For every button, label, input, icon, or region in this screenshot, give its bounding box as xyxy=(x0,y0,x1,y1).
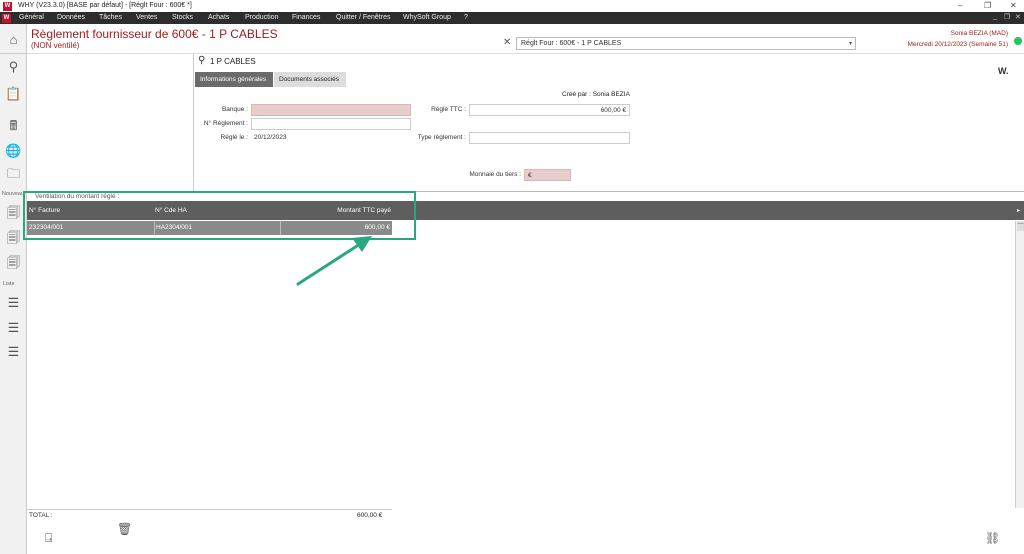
menu-help[interactable]: ? xyxy=(464,14,468,21)
clipboard-icon[interactable]: 📋 xyxy=(5,85,22,102)
child-close-button[interactable]: ✕ xyxy=(1015,13,1021,21)
sidebar: ⌂ ⚲ 📋 🖩 🌐 🗀 🗐 🗐 🗐 Liste ☰ ☰ ☰ xyxy=(0,24,27,554)
document-selector[interactable]: Réglt Four : 600€ - 1 P CABLES ▾ xyxy=(516,37,856,50)
exit-door-icon[interactable]: ⍈ xyxy=(45,531,52,546)
annotation-arrow xyxy=(296,236,372,286)
total-row: TOTAL : 600,00 € xyxy=(27,509,392,521)
supplier-name[interactable]: 1 P CABLES xyxy=(210,57,256,66)
current-date: Mercredi 20/12/2023 (Semaine 51) xyxy=(907,41,1008,48)
search-icon[interactable]: ⚲ xyxy=(198,55,205,66)
trash-icon[interactable]: 🗑 xyxy=(117,522,132,536)
page-subtitle: (NON ventilé) xyxy=(31,41,80,50)
menu-finances[interactable]: Finances xyxy=(292,14,320,21)
tab-documents-associes[interactable]: Documents associés xyxy=(274,72,346,87)
list-icon[interactable]: ☰ xyxy=(5,294,22,311)
created-by-label: Créé par : Sonia BEZIA xyxy=(562,91,630,98)
menu-stocks[interactable]: Stocks xyxy=(172,14,193,21)
regle-le-field[interactable]: 20/12/2023 xyxy=(251,132,298,144)
new-document-icon[interactable]: 🗐 xyxy=(5,229,22,246)
monnaie-tiers-label: Monnaie du tiers : xyxy=(469,171,521,178)
close-window-button[interactable]: ✕ xyxy=(1010,1,1017,10)
banque-field[interactable] xyxy=(251,104,411,116)
page-title: Règlement fournisseur de 600€ - 1 P CABL… xyxy=(31,27,278,41)
menu-general[interactable]: Général xyxy=(19,14,44,21)
scroll-right-icon[interactable]: ▸ xyxy=(1017,207,1020,214)
restore-button[interactable]: ❐ xyxy=(984,1,991,10)
monnaie-tiers-field[interactable]: € xyxy=(524,169,571,181)
menu-quitter-fenetres[interactable]: Quitter / Fenêtres xyxy=(336,14,390,21)
child-minimize-button[interactable]: _ xyxy=(993,13,997,20)
sidebar-list-label: Liste xyxy=(3,281,15,287)
new-document-icon[interactable]: 🗐 xyxy=(5,254,22,271)
status-indicator xyxy=(1014,37,1022,45)
vertical-scrollbar[interactable]: — xyxy=(1015,221,1024,508)
home-icon[interactable]: ⌂ xyxy=(5,31,22,48)
chevron-down-icon: ▾ xyxy=(848,41,852,47)
new-document-icon[interactable]: 🗐 xyxy=(5,204,22,221)
regle-ttc-field[interactable]: 600,00 € xyxy=(469,104,630,116)
calculator-icon[interactable]: 🖩 xyxy=(5,117,22,134)
list-icon[interactable]: ☰ xyxy=(5,319,22,336)
menu-bar: W Général Données Tâches Ventes Stocks A… xyxy=(0,12,1024,24)
window-title: WHY (V23.3.0) [BASE par défaut] - [Réglt… xyxy=(18,2,192,9)
menu-taches[interactable]: Tâches xyxy=(99,14,122,21)
menu-achats[interactable]: Achats xyxy=(208,14,229,21)
tab-informations-generales[interactable]: Informations générales xyxy=(195,72,273,87)
banque-label: Banque : xyxy=(221,106,248,113)
menu-donnees[interactable]: Données xyxy=(57,14,85,21)
num-reglement-field[interactable] xyxy=(251,118,411,130)
total-value: 600,00 € xyxy=(357,512,383,519)
document-header: Règlement fournisseur de 600€ - 1 P CABL… xyxy=(0,24,1024,54)
sidebar-divider xyxy=(0,53,27,54)
left-panel xyxy=(27,54,194,191)
sidebar-new-label: Nouveau xyxy=(2,191,25,197)
num-reglement-label: N° Réglement : xyxy=(203,120,248,127)
menu-ventes[interactable]: Ventes xyxy=(136,14,157,21)
whysoft-logo: W. xyxy=(998,66,1009,76)
total-label: TOTAL : xyxy=(29,512,53,519)
type-reglement-label: Type règlement : xyxy=(417,134,466,141)
type-reglement-field[interactable] xyxy=(469,132,630,144)
document-selector-value: Réglt Four : 600€ - 1 P CABLES xyxy=(521,40,622,47)
link-icon[interactable]: ⛓ xyxy=(985,531,1000,545)
current-user: Sonia BEZIA (MAD) xyxy=(950,30,1008,37)
regle-ttc-label: Réglé TTC : xyxy=(431,106,466,113)
child-restore-button[interactable]: ❐ xyxy=(1004,13,1010,21)
search-icon[interactable]: ⚲ xyxy=(5,58,22,75)
menu-production[interactable]: Production xyxy=(245,14,278,21)
window-titlebar: W WHY (V23.3.0) [BASE par défaut] - [Rég… xyxy=(0,0,1024,12)
globe-icon[interactable]: 🌐 xyxy=(5,142,22,159)
minimize-button[interactable]: – xyxy=(958,1,962,10)
menu-whysoft-group[interactable]: WhySoft Group xyxy=(403,14,451,21)
list-icon[interactable]: ☰ xyxy=(5,343,22,360)
regle-le-label: Réglé le : xyxy=(220,134,248,141)
scroll-up-icon[interactable]: — xyxy=(1017,221,1024,231)
menu-logo-icon: W xyxy=(2,14,11,23)
app-logo-icon: W xyxy=(3,2,12,11)
folder-icon[interactable]: 🗀 xyxy=(5,165,22,182)
close-document-icon[interactable]: ✕ xyxy=(503,37,511,48)
